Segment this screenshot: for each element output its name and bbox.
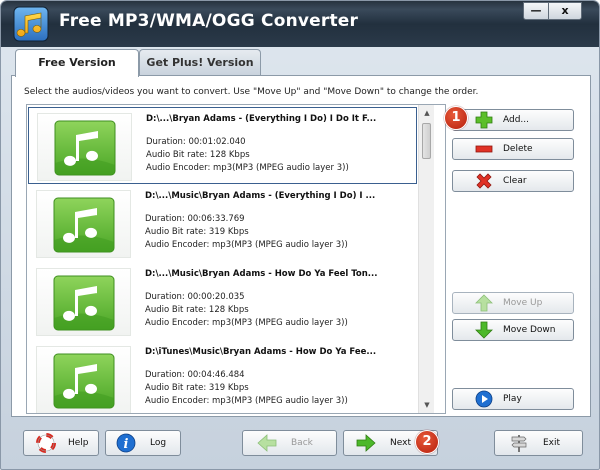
file-encoder: Audio Encoder: mp3(MP3 (MPEG audio layer… [145,318,348,328]
help-button-label: Help [68,438,89,448]
close-button[interactable]: x [548,2,582,20]
log-button-label: Log [150,438,167,448]
log-button[interactable]: i Log [105,430,181,456]
delete-button[interactable]: Delete [452,138,574,160]
file-path: D:\iTunes\Music\Bryan Adams - How Do Ya … [145,347,377,357]
svg-text:i: i [124,437,129,452]
clear-button[interactable]: Clear [452,170,574,192]
list-item[interactable]: D:\...\Music\Bryan Adams - How Do Ya Fee… [28,263,417,340]
music-file-icon [36,268,131,336]
file-list[interactable]: D:\...\Bryan Adams - (Everything I Do) I… [26,104,446,414]
app-music-icon [13,6,49,42]
play-button[interactable]: Play [452,388,574,410]
move-down-button[interactable]: Move Down [452,319,574,341]
scroll-thumb[interactable] [422,123,431,159]
main-panel: Select the audios/videos you want to con… [11,75,591,417]
arrow-right-icon [356,434,376,452]
title-bar[interactable]: Free MP3/WMA/OGG Converter — x [1,1,599,47]
file-duration: Duration: 00:04:46.484 [145,370,245,380]
next-button-label: Next [390,438,411,448]
lifebuoy-icon [36,433,56,453]
tab-free-version[interactable]: Free Version [15,49,139,77]
music-file-icon [37,113,132,181]
signpost-icon [511,435,527,452]
info-icon: i [116,433,136,453]
file-duration: Duration: 00:06:33.769 [145,214,245,224]
add-button-label: Add... [503,115,530,125]
file-bitrate: Audio Bit rate: 128 Kbps [145,305,249,315]
list-scrollbar[interactable]: ▲ ▼ [418,105,434,413]
play-button-label: Play [503,394,522,404]
exit-button-label: Exit [543,438,561,448]
tab-get-plus-version[interactable]: Get Plus! Version [139,49,261,75]
file-bitrate: Audio Bit rate: 128 Kbps [146,150,250,160]
clear-button-label: Clear [503,176,527,186]
list-item[interactable]: D:\...\Bryan Adams - (Everything I Do) I… [28,107,417,184]
file-path: D:\...\Music\Bryan Adams - (Everything I… [145,191,376,201]
list-item[interactable]: D:\...\Music\Bryan Adams - (Everything I… [28,185,417,262]
music-file-icon [36,190,131,258]
file-encoder: Audio Encoder: mp3(MP3 (MPEG audio layer… [146,163,349,173]
file-path: D:\...\Music\Bryan Adams - How Do Ya Fee… [145,269,378,279]
delete-button-label: Delete [503,144,533,154]
step-badge-two: 2 [415,430,439,454]
app-window: Free MP3/WMA/OGG Converter — x Free Vers… [0,0,600,470]
back-button[interactable]: Back [242,430,337,456]
move-down-button-label: Move Down [503,325,556,335]
instruction-text: Select the audios/videos you want to con… [24,87,479,97]
list-item[interactable]: D:\iTunes\Music\Bryan Adams - How Do Ya … [28,341,417,413]
step-badge-one: 1 [444,106,468,130]
arrow-left-icon [257,434,277,452]
back-button-label: Back [291,438,313,448]
file-duration: Duration: 00:01:02.040 [146,137,246,147]
play-icon [475,390,493,408]
add-button[interactable]: Add... [452,109,574,131]
plus-icon [475,111,493,129]
clear-x-icon [476,173,492,189]
file-duration: Duration: 00:00:20.035 [145,292,245,302]
exit-button[interactable]: Exit [494,430,583,456]
move-up-button[interactable]: Move Up [452,292,574,314]
help-button[interactable]: Help [23,430,99,456]
file-bitrate: Audio Bit rate: 319 Kbps [145,383,249,393]
scroll-down-icon[interactable]: ▼ [422,400,432,410]
minus-icon [475,145,493,153]
scroll-up-icon[interactable]: ▲ [422,108,432,118]
move-up-button-label: Move Up [503,298,543,308]
arrow-down-icon [475,321,493,339]
music-file-icon [36,346,131,413]
file-path: D:\...\Bryan Adams - (Everything I Do) I… [146,114,377,124]
minimize-button[interactable]: — [523,2,549,20]
window-title: Free MP3/WMA/OGG Converter [59,11,359,31]
file-encoder: Audio Encoder: mp3(MP3 (MPEG audio layer… [145,240,348,250]
arrow-up-icon [475,294,493,312]
file-bitrate: Audio Bit rate: 319 Kbps [145,227,249,237]
file-encoder: Audio Encoder: mp3(MP3 (MPEG audio layer… [145,396,348,406]
